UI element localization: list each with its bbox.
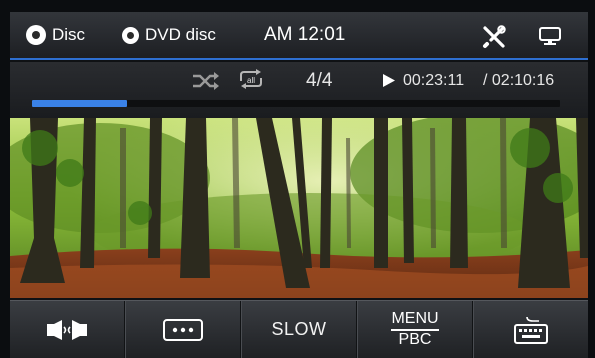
- tools-icon[interactable]: [482, 25, 506, 49]
- track-counter: 4/4: [306, 70, 333, 91]
- display-icon[interactable]: [538, 26, 562, 46]
- subtitle-button[interactable]: [125, 301, 241, 358]
- subtitle-icon: [163, 318, 203, 341]
- shuffle-icon[interactable]: [192, 72, 220, 90]
- source-label: Disc: [52, 25, 86, 44]
- media-dvd-label: DVD disc: [122, 25, 216, 45]
- status-bar: Disc DVD disc AM 12:01: [10, 12, 588, 60]
- audio-button[interactable]: [10, 301, 125, 358]
- total-time: / 02:10:16: [483, 72, 555, 89]
- forest-video-image: [10, 118, 588, 298]
- disc-icon: [26, 25, 46, 45]
- play-icon: [383, 74, 395, 87]
- dvd-player-screen: Disc DVD disc AM 12:01 all 4/4 00:23:11 …: [10, 12, 588, 358]
- repeat-mode-label: all: [247, 76, 255, 85]
- source-disc-button[interactable]: Disc: [26, 25, 85, 45]
- menu-label: MENU: [391, 310, 439, 331]
- pbc-label: PBC: [398, 331, 432, 348]
- progress-bar[interactable]: [32, 100, 560, 107]
- audio-icon: [47, 319, 87, 340]
- clock: AM 12:01: [264, 24, 346, 45]
- keyboard-icon: [514, 316, 548, 344]
- slow-label: SLOW: [271, 319, 327, 339]
- media-label: DVD disc: [145, 25, 216, 44]
- menu-pbc-button[interactable]: MENU PBC: [357, 301, 473, 358]
- slow-button[interactable]: SLOW: [241, 301, 357, 358]
- control-bar: SLOW MENU PBC: [10, 300, 588, 358]
- video-frame[interactable]: [10, 118, 588, 298]
- dvd-disc-icon: [122, 26, 139, 44]
- progress-fill: [32, 100, 128, 107]
- playback-info-bar: all 4/4 00:23:11 / 02:10:16: [10, 62, 588, 118]
- elapsed-time: 00:23:11: [403, 72, 465, 89]
- keyboard-button[interactable]: [473, 301, 588, 358]
- repeat-all-icon[interactable]: all: [236, 69, 266, 91]
